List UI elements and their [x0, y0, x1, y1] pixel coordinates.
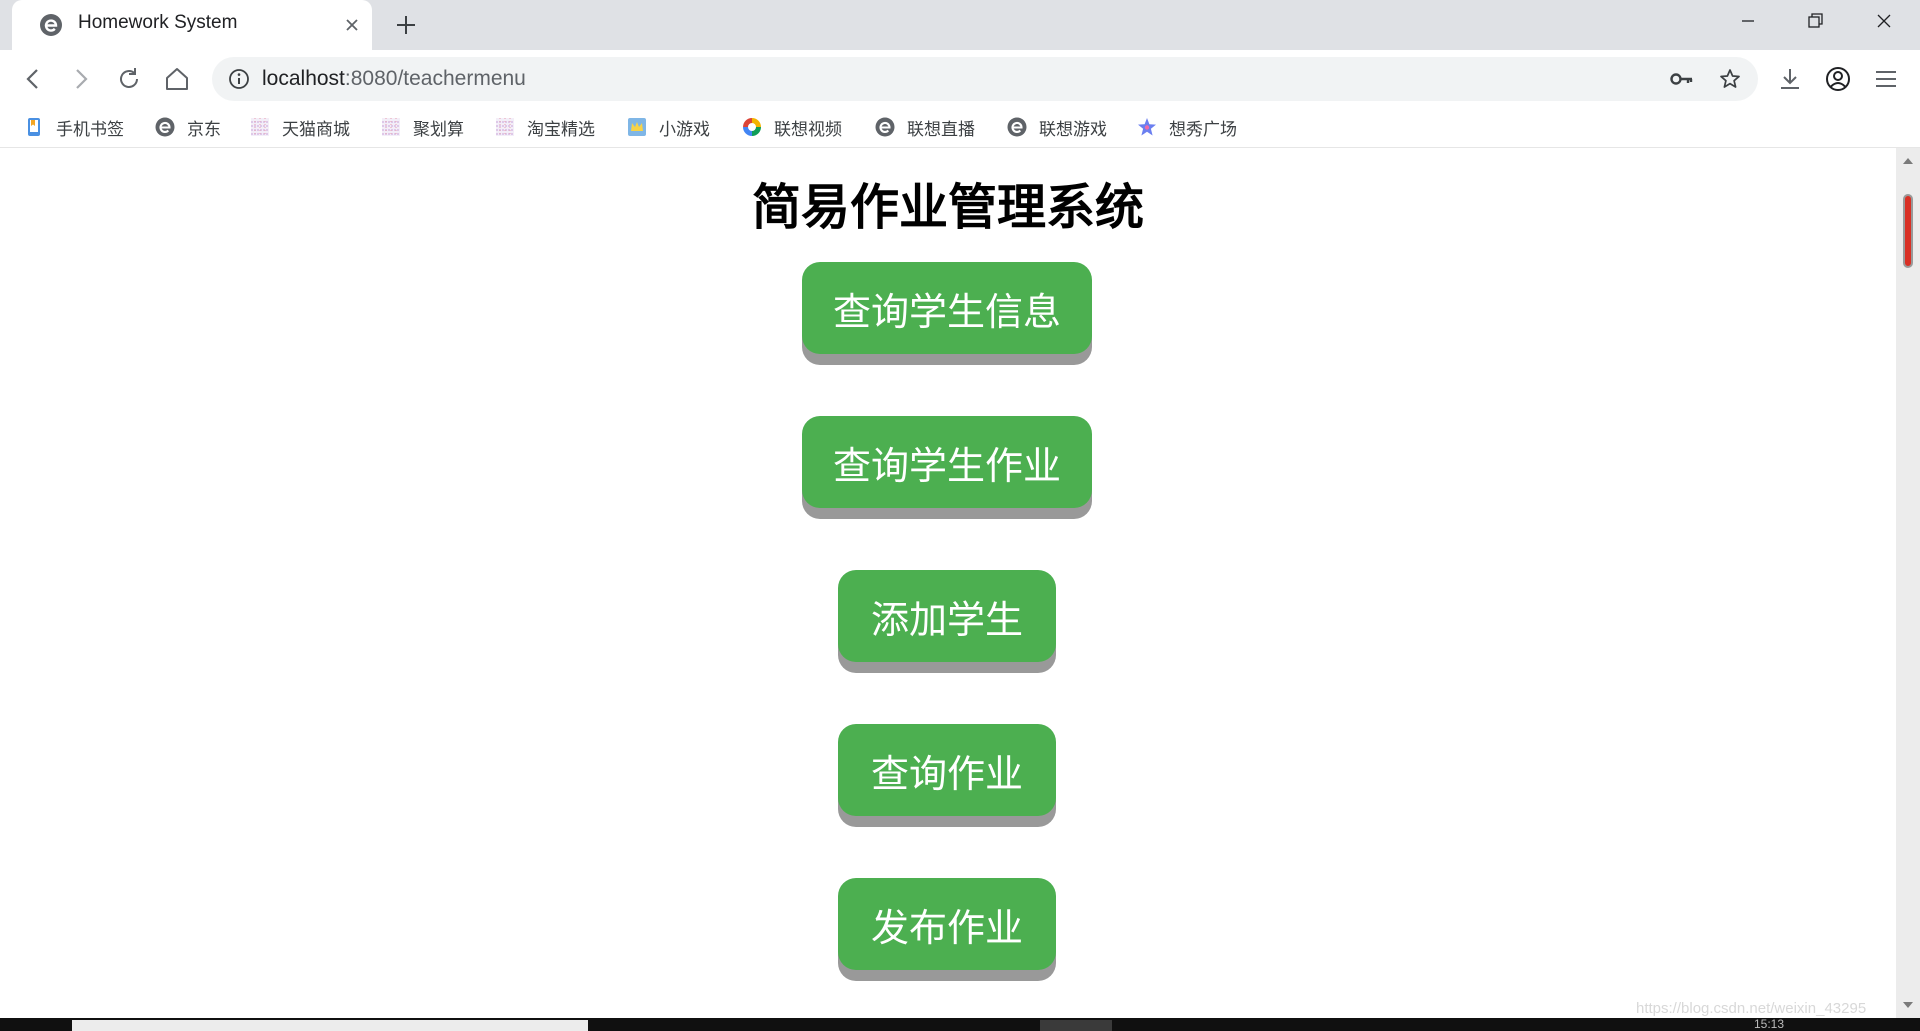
minimize-icon[interactable] [1714, 0, 1782, 44]
bookmark-star-icon[interactable] [1718, 67, 1742, 91]
taskbar [0, 1018, 1920, 1031]
bookmark-item[interactable]: 淘宝精选 [495, 114, 595, 140]
bookmark-item[interactable]: 联想直播 [875, 114, 975, 140]
video-ring-icon [743, 118, 761, 136]
bookmark-label: 联想游戏 [1039, 119, 1107, 140]
page-title: 简易作业管理系统 [751, 179, 1144, 236]
scrollbar-thumb[interactable] [1903, 194, 1913, 268]
bookmarks-bar: 手机书签 京东 天猫商城 聚划算 淘宝精选 小游戏 联想视频 联想直播 联想游戏… [0, 106, 1920, 148]
account-icon[interactable] [1823, 64, 1853, 94]
taskbar-clock: 15:13 [1754, 1017, 1785, 1031]
bookmark-item[interactable]: 想秀广场 [1137, 114, 1237, 140]
address-bar[interactable]: localhost:8080/teachermenu [212, 57, 1758, 101]
page-content: 简易作业管理系统 查询学生信息 查询学生作业 添加学生 查询作业 发布作业 [0, 148, 1896, 1018]
game-crown-icon [628, 118, 646, 136]
bookmark-label: 京东 [187, 119, 221, 140]
new-tab-icon[interactable] [392, 11, 420, 39]
browser-toolbar: localhost:8080/teachermenu [0, 50, 1920, 106]
forward-icon[interactable] [66, 64, 96, 94]
back-icon[interactable] [18, 64, 48, 94]
scroll-down-icon[interactable] [1902, 1000, 1914, 1010]
bookmark-label: 想秀广场 [1169, 119, 1237, 140]
browser-logo-icon [40, 14, 62, 36]
reload-icon[interactable] [114, 64, 144, 94]
taskbar-item[interactable] [72, 1020, 588, 1031]
browser-titlebar: Homework System [0, 0, 1920, 50]
browser-logo-icon [155, 117, 175, 137]
phone-bookmark-icon [28, 118, 40, 136]
download-icon[interactable] [1775, 64, 1805, 94]
tab-title: Homework System [78, 12, 238, 33]
menu-icon[interactable] [1871, 64, 1901, 94]
close-tab-icon[interactable] [340, 13, 364, 37]
placeholder-image-icon [382, 118, 400, 136]
bookmark-label: 联想直播 [907, 119, 975, 140]
query-student-info-button[interactable]: 查询学生信息 [802, 262, 1092, 354]
bookmark-label: 手机书签 [56, 119, 124, 140]
bookmark-label: 淘宝精选 [527, 119, 595, 140]
add-student-button[interactable]: 添加学生 [838, 570, 1056, 662]
key-icon[interactable] [1670, 69, 1694, 89]
query-homework-button[interactable]: 查询作业 [838, 724, 1056, 816]
close-window-icon[interactable] [1850, 0, 1918, 44]
home-icon[interactable] [162, 64, 192, 94]
url-text[interactable]: localhost:8080/teachermenu [262, 67, 526, 91]
star-sparkle-icon [1138, 118, 1156, 136]
bookmark-item[interactable]: 聚划算 [381, 114, 464, 140]
query-student-homework-button[interactable]: 查询学生作业 [802, 416, 1092, 508]
browser-logo-icon [875, 117, 895, 137]
bookmark-item[interactable]: 联想视频 [742, 114, 842, 140]
placeholder-image-icon [251, 118, 269, 136]
restore-icon[interactable] [1782, 0, 1850, 44]
taskbar-item[interactable] [1040, 1020, 1112, 1031]
bookmark-label: 天猫商城 [282, 119, 350, 140]
bookmark-item[interactable]: 京东 [155, 114, 221, 140]
site-info-icon[interactable] [228, 68, 250, 90]
vertical-scrollbar[interactable] [1896, 148, 1920, 1018]
bookmark-label: 聚划算 [413, 119, 464, 140]
url-host: localhost [262, 67, 345, 90]
browser-tab[interactable]: Homework System [12, 0, 372, 50]
url-path: :8080/teachermenu [344, 67, 526, 90]
watermark-text: https://blog.csdn.net/weixin_43295 [1636, 1000, 1867, 1017]
bookmark-item[interactable]: 小游戏 [627, 114, 710, 140]
bookmark-item[interactable]: 联想游戏 [1007, 114, 1107, 140]
bookmark-item[interactable]: 手机书签 [24, 114, 124, 140]
bookmark-label: 小游戏 [659, 119, 710, 140]
bookmark-item[interactable]: 天猫商城 [250, 114, 350, 140]
bookmark-label: 联想视频 [774, 119, 842, 140]
browser-logo-icon [1007, 117, 1027, 137]
scroll-up-icon[interactable] [1902, 156, 1914, 166]
publish-homework-button[interactable]: 发布作业 [838, 878, 1056, 970]
placeholder-image-icon [496, 118, 514, 136]
